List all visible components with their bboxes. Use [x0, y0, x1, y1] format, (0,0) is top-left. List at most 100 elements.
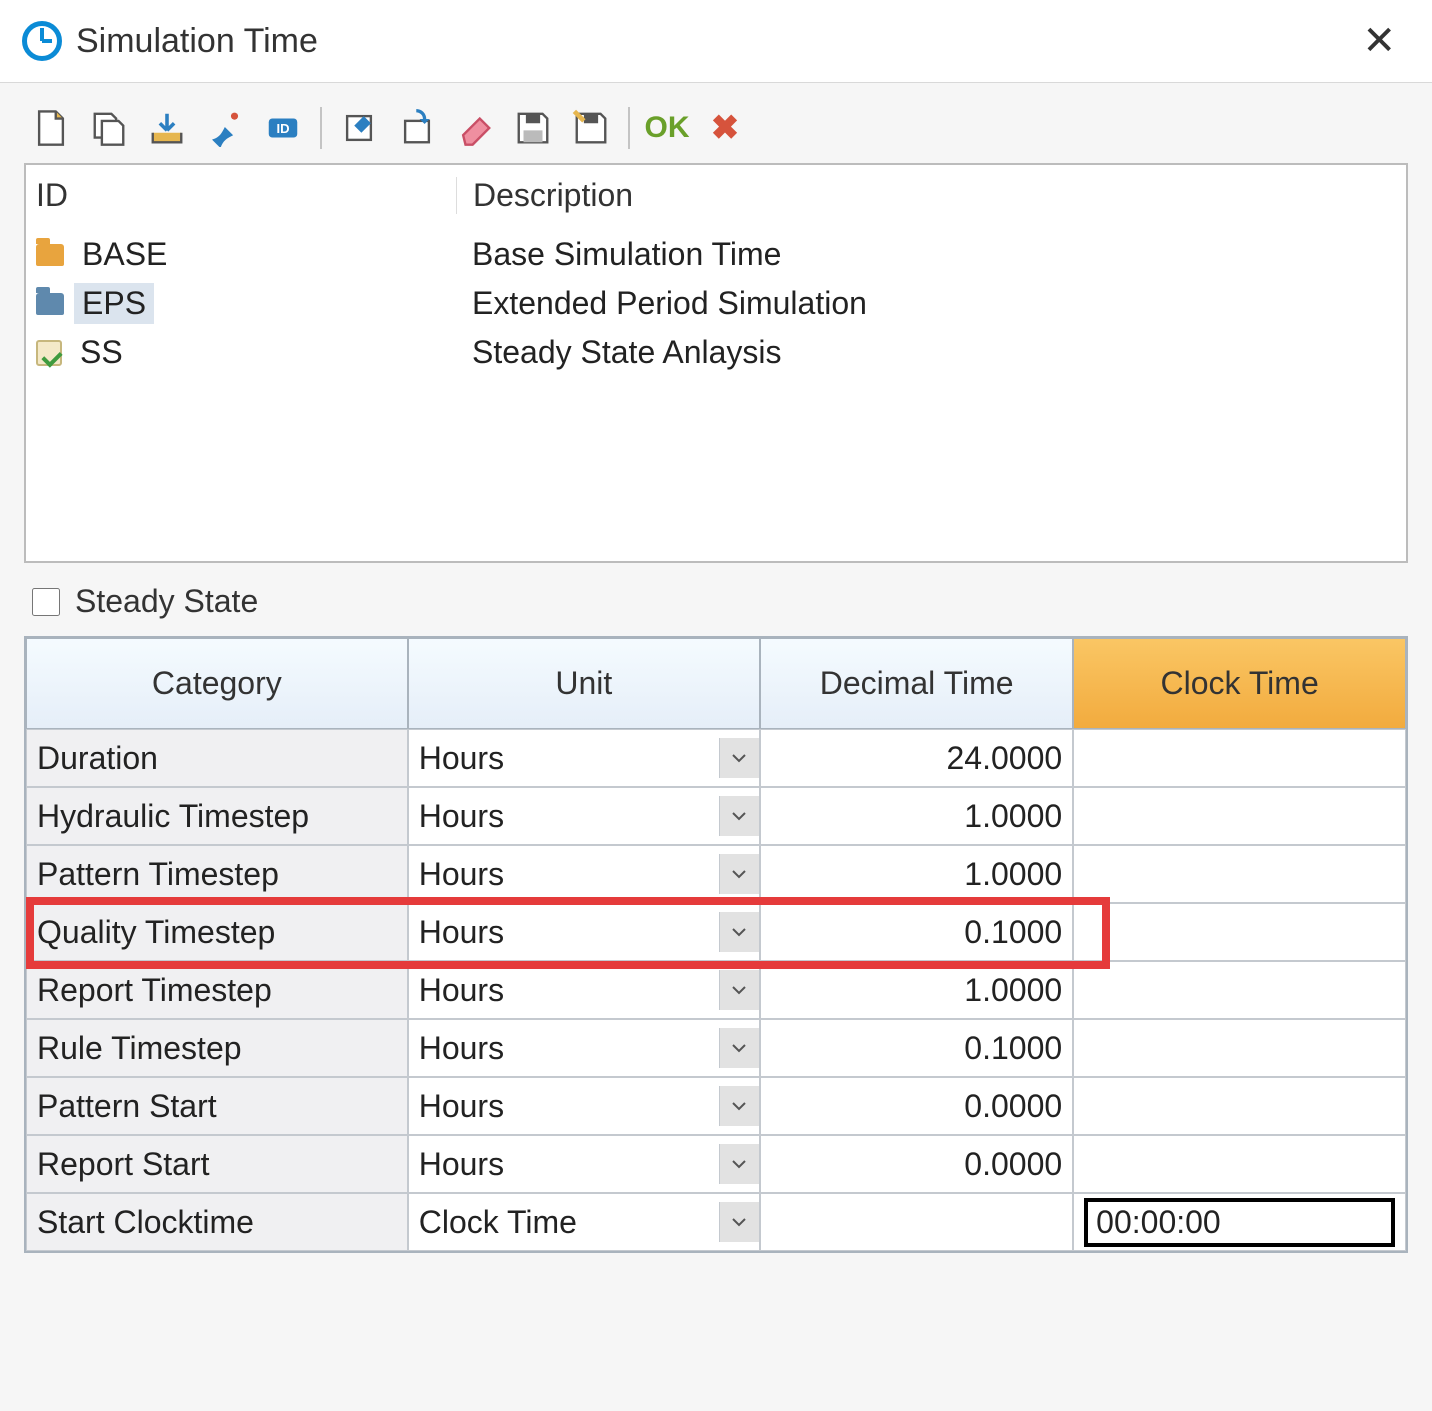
- list-row[interactable]: SSSteady State Anlaysis: [26, 328, 1406, 377]
- grid-cell-decimal[interactable]: 0.1000: [760, 903, 1073, 961]
- grid-cell-category: Report Timestep: [26, 961, 408, 1019]
- brush-icon: [206, 109, 244, 147]
- grid-row: Pattern TimestepHours1.0000: [26, 845, 1406, 903]
- grid-cell-unit[interactable]: Hours: [408, 961, 760, 1019]
- id-tag-icon: ID: [264, 109, 302, 147]
- grid-cell-decimal[interactable]: 0.0000: [760, 1077, 1073, 1135]
- edit-button[interactable]: [338, 107, 380, 149]
- grid-cell-clock[interactable]: [1073, 845, 1406, 903]
- ok-button[interactable]: OK: [646, 107, 688, 149]
- grid-row: Report Timestep Hours 1.0000: [26, 961, 1406, 1019]
- list-header-id[interactable]: ID: [36, 177, 456, 214]
- chevron-down-icon[interactable]: [719, 970, 759, 1010]
- clean-button[interactable]: [204, 107, 246, 149]
- grid-cell-unit[interactable]: Hours: [408, 729, 760, 787]
- grid-cell-decimal[interactable]: 1.0000: [760, 845, 1073, 903]
- edit-icon: [340, 109, 378, 147]
- grid-row: Quality Timestep Hours 0.1000: [26, 903, 1406, 961]
- new-button[interactable]: [30, 107, 72, 149]
- chevron-down-icon[interactable]: [719, 1086, 759, 1126]
- grid-cell-clock[interactable]: [1073, 961, 1406, 1019]
- grid-row: Report Start Hours 0.0000: [26, 1135, 1406, 1193]
- unit-text: Hours: [419, 972, 719, 1009]
- list-row-description: Steady State Anlaysis: [456, 334, 1396, 371]
- list-row-id: SS: [36, 332, 456, 373]
- grid-header-category[interactable]: Category: [26, 638, 408, 729]
- copy-button[interactable]: [88, 107, 130, 149]
- unit-text: Hours: [419, 740, 719, 777]
- save-button[interactable]: [512, 107, 554, 149]
- steady-state-input[interactable]: [32, 588, 60, 616]
- grid-cell-clock[interactable]: [1073, 1019, 1406, 1077]
- clock-time-input[interactable]: 00:00:00: [1084, 1198, 1395, 1247]
- unit-text: Clock Time: [419, 1204, 719, 1241]
- grid-cell-unit[interactable]: Hours: [408, 1019, 760, 1077]
- grid-cell-category: Start Clocktime: [26, 1193, 408, 1251]
- steady-state-checkbox[interactable]: Steady State: [24, 563, 1408, 636]
- toolbar-separator: [628, 107, 630, 149]
- steady-state-label: Steady State: [75, 583, 258, 620]
- chevron-down-icon[interactable]: [719, 1202, 759, 1242]
- list-row-id-text: EPS: [74, 283, 154, 324]
- grid-cell-unit[interactable]: Hours: [408, 845, 760, 903]
- unit-text: Hours: [419, 914, 719, 951]
- id-button[interactable]: ID: [262, 107, 304, 149]
- grid-cell-unit[interactable]: Hours: [408, 1077, 760, 1135]
- grid-cell-decimal[interactable]: 1.0000: [760, 787, 1073, 845]
- grid-cell-unit[interactable]: Hours: [408, 903, 760, 961]
- grid-cell-clock[interactable]: [1073, 787, 1406, 845]
- chevron-down-icon[interactable]: [719, 854, 759, 894]
- import-button[interactable]: [146, 107, 188, 149]
- cancel-button[interactable]: ✖: [704, 107, 746, 149]
- grid-cell-decimal[interactable]: 24.0000: [760, 729, 1073, 787]
- list-row-description: Extended Period Simulation: [456, 285, 1396, 322]
- close-button[interactable]: ✕: [1352, 18, 1406, 64]
- window-title: Simulation Time: [76, 22, 1352, 61]
- grid-header-unit[interactable]: Unit: [408, 638, 760, 729]
- grid-cell-clock[interactable]: [1073, 1135, 1406, 1193]
- revert-button[interactable]: [396, 107, 438, 149]
- grid-cell-unit[interactable]: Hours: [408, 1135, 760, 1193]
- save-as-icon: [572, 109, 610, 147]
- erase-button[interactable]: [454, 107, 496, 149]
- grid-header-decimal[interactable]: Decimal Time: [760, 638, 1073, 729]
- list-row[interactable]: EPS Extended Period Simulation: [26, 279, 1406, 328]
- save-as-button[interactable]: [570, 107, 612, 149]
- list-row-id: EPS: [36, 283, 456, 324]
- grid-cell-decimal[interactable]: [760, 1193, 1073, 1251]
- chevron-down-icon[interactable]: [719, 796, 759, 836]
- list-row[interactable]: BASEBase Simulation Time: [26, 230, 1406, 279]
- grid-header-clock[interactable]: Clock Time: [1073, 638, 1406, 729]
- grid-cell-unit[interactable]: Hours: [408, 787, 760, 845]
- save-icon: [514, 109, 552, 147]
- chevron-down-icon[interactable]: [719, 738, 759, 778]
- grid-cell-category: Report Start: [26, 1135, 408, 1193]
- unit-text: Hours: [419, 1030, 719, 1067]
- grid-cell-clock[interactable]: [1073, 1077, 1406, 1135]
- unit-text: Hours: [419, 1146, 719, 1183]
- grid-cell-clock[interactable]: 00:00:00: [1073, 1193, 1406, 1251]
- grid-row: Hydraulic TimestepHours1.0000: [26, 787, 1406, 845]
- toolbar-separator: [320, 107, 322, 149]
- import-icon: [148, 109, 186, 147]
- grid-cell-category: Quality Timestep: [26, 903, 408, 961]
- time-grid: Category Unit Decimal Time Clock Time Du…: [24, 636, 1408, 1253]
- unit-text: Hours: [419, 1088, 719, 1125]
- grid-cell-category: Duration: [26, 729, 408, 787]
- list-row-description: Base Simulation Time: [456, 236, 1396, 273]
- grid-cell-category: Pattern Timestep: [26, 845, 408, 903]
- list-header-desc[interactable]: Description: [456, 177, 1396, 214]
- grid-cell-clock[interactable]: [1073, 729, 1406, 787]
- new-file-icon: [32, 109, 70, 147]
- grid-cell-clock[interactable]: [1073, 903, 1406, 961]
- chevron-down-icon[interactable]: [719, 1028, 759, 1068]
- chevron-down-icon[interactable]: [719, 1144, 759, 1184]
- grid-cell-decimal[interactable]: 0.0000: [760, 1135, 1073, 1193]
- folder-icon: [36, 244, 64, 266]
- grid-cell-decimal[interactable]: 0.1000: [760, 1019, 1073, 1077]
- grid-cell-unit[interactable]: Clock Time: [408, 1193, 760, 1251]
- grid-cell-decimal[interactable]: 1.0000: [760, 961, 1073, 1019]
- simulation-time-dialog: Simulation Time ✕: [0, 0, 1432, 1411]
- chevron-down-icon[interactable]: [719, 912, 759, 952]
- toolbar: ID: [24, 101, 1408, 163]
